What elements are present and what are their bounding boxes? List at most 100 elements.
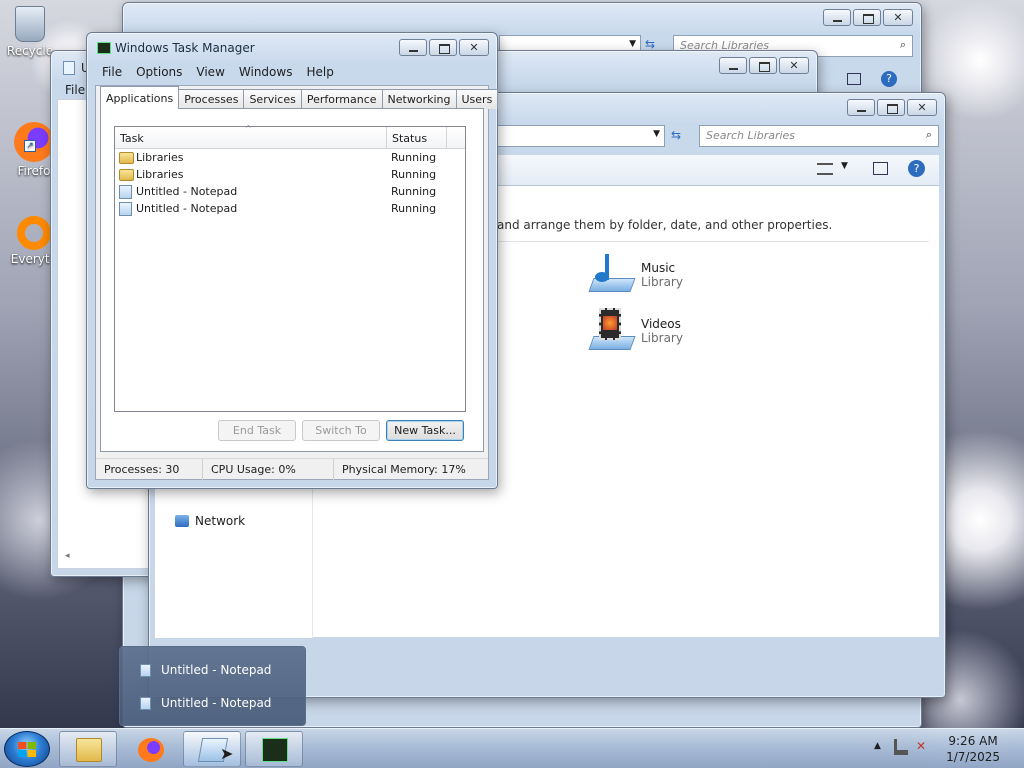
library-item-videos[interactable]: Videos Library — [587, 308, 683, 354]
preview-pane-icon[interactable] — [873, 162, 888, 175]
task-manager-icon — [262, 738, 288, 762]
column-header-task[interactable]: Task ^ — [115, 124, 387, 148]
help-icon[interactable]: ? — [881, 71, 897, 87]
task-status: Running — [391, 151, 437, 164]
tab-users[interactable]: Users — [455, 89, 499, 109]
tab-strip: Applications Processes Services Performa… — [100, 86, 499, 109]
tab-services[interactable]: Services — [243, 89, 302, 109]
minimize-button[interactable] — [847, 99, 875, 116]
taskbar-task-manager-button[interactable] — [245, 731, 303, 767]
menu-help[interactable]: Help — [299, 63, 340, 83]
recycle-bin-icon — [15, 6, 45, 42]
tab-processes[interactable]: Processes — [178, 89, 245, 109]
folder-icon — [119, 168, 134, 181]
menu-windows[interactable]: Windows — [232, 63, 300, 83]
task-name: Libraries — [136, 168, 184, 181]
task-name: Untitled - Notepad — [136, 185, 238, 198]
help-icon[interactable]: ? — [908, 160, 925, 177]
menu-bar: File Options View Windows Help — [95, 63, 489, 83]
close-button[interactable] — [907, 99, 937, 116]
chevron-down-icon[interactable]: ▼ — [841, 161, 848, 171]
folder-icon — [76, 738, 102, 762]
show-hidden-icons-icon[interactable]: ▲ — [874, 741, 881, 751]
notepad-icon — [140, 663, 151, 677]
menu-file[interactable]: File — [95, 63, 129, 83]
nav-item-network[interactable]: Network — [175, 514, 245, 528]
menu-options[interactable]: Options — [129, 63, 189, 83]
preview-pane-icon[interactable] — [847, 73, 861, 85]
menu-file[interactable]: File — [65, 83, 85, 97]
search-input[interactable]: Search Libraries ⌕ — [699, 125, 939, 147]
task-manager-window[interactable]: Windows Task Manager File Options View W… — [86, 32, 499, 489]
table-row[interactable]: Untitled - Notepad Running — [115, 183, 465, 200]
status-cpu: CPU Usage: 0% — [203, 459, 334, 480]
task-name: Untitled - Notepad — [136, 202, 238, 215]
switch-to-button[interactable]: Switch To — [302, 420, 380, 441]
close-button[interactable] — [883, 9, 913, 26]
search-icon: ⌕ — [899, 38, 906, 51]
window-controls — [847, 99, 937, 116]
volume-muted-icon[interactable]: ✕ — [916, 739, 926, 753]
address-bar[interactable]: ▼ — [497, 125, 665, 147]
shortcut-arrow-icon: ↗ — [24, 140, 36, 152]
maximize-button[interactable] — [749, 57, 777, 74]
taskbar-notepad-button[interactable]: ➤ — [183, 731, 241, 767]
end-task-button[interactable]: End Task — [218, 420, 296, 441]
preview-item[interactable]: Untitled - Notepad — [140, 696, 271, 710]
status-processes: Processes: 30 — [96, 459, 203, 480]
maximize-button[interactable] — [429, 39, 457, 56]
network-icon — [175, 515, 189, 527]
clock-time: 9:26 AM — [948, 734, 998, 748]
close-button[interactable] — [459, 39, 489, 56]
window-controls — [399, 39, 489, 56]
menu-view[interactable]: View — [189, 63, 231, 83]
preview-item[interactable]: Untitled - Notepad — [140, 663, 271, 677]
taskbar-explorer-button[interactable] — [59, 731, 117, 767]
clock[interactable]: 9:26 AM 1/7/2025 — [946, 733, 1000, 765]
taskbar-firefox-button[interactable] — [121, 731, 179, 767]
notepad-icon — [140, 696, 151, 710]
minimize-button[interactable] — [823, 9, 851, 26]
task-manager-icon — [97, 42, 111, 54]
tab-applications[interactable]: Applications — [100, 86, 180, 109]
table-row[interactable]: Libraries Running — [115, 166, 465, 183]
tab-networking[interactable]: Networking — [381, 89, 457, 109]
tab-performance[interactable]: Performance — [300, 89, 383, 109]
table-row[interactable]: Untitled - Notepad Running — [115, 200, 465, 217]
chevron-down-icon[interactable]: ▼ — [653, 129, 660, 139]
mouse-cursor-icon: ➤ — [220, 744, 234, 763]
refresh-icon[interactable]: ⇆ — [645, 37, 655, 51]
videos-library-icon — [587, 308, 636, 354]
search-placeholder: Search Libraries — [706, 129, 796, 142]
firefox-icon: ↗ — [14, 122, 54, 162]
music-library-icon — [587, 252, 636, 298]
folder-icon — [119, 151, 134, 164]
maximize-button[interactable] — [853, 9, 881, 26]
minimize-button[interactable] — [399, 39, 427, 56]
view-options-icon[interactable] — [817, 163, 833, 175]
library-subtitle: Library — [641, 275, 683, 289]
refresh-icon[interactable]: ⇆ — [671, 128, 681, 142]
status-bar: Processes: 30 CPU Usage: 0% Physical Mem… — [96, 458, 488, 480]
desktop-icon-recycle-bin[interactable]: Recycle — [0, 6, 60, 58]
start-button[interactable] — [4, 731, 50, 767]
window-controls — [823, 9, 913, 26]
notepad-icon — [63, 61, 75, 75]
new-task-button[interactable]: New Task... — [386, 420, 464, 441]
chevron-down-icon[interactable]: ▼ — [629, 39, 636, 49]
library-item-music[interactable]: Music Library — [587, 252, 683, 298]
network-icon[interactable] — [894, 739, 908, 755]
maximize-button[interactable] — [877, 99, 905, 116]
library-title: Videos — [641, 317, 681, 331]
clock-date: 1/7/2025 — [946, 750, 1000, 764]
sort-arrow-icon: ^ — [245, 124, 252, 133]
close-button[interactable] — [779, 57, 809, 74]
task-list[interactable]: Task ^ Status Libraries Running Libraries… — [114, 124, 466, 412]
preview-item-label: Untitled - Notepad — [161, 663, 272, 677]
task-status: Running — [391, 168, 437, 181]
column-header-status[interactable]: Status — [387, 127, 447, 148]
description-divider — [497, 241, 929, 242]
scroll-left-arrow[interactable]: ◂ — [65, 551, 70, 561]
minimize-button[interactable] — [719, 57, 747, 74]
table-row[interactable]: Libraries Running — [115, 149, 465, 166]
